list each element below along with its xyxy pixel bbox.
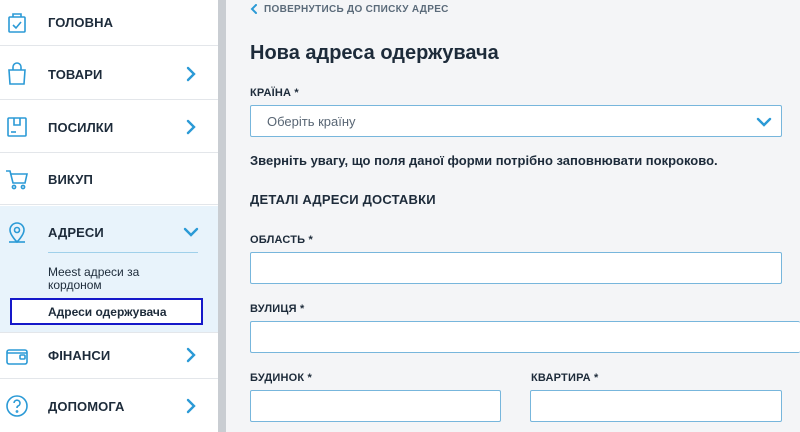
back-link-label: ПОВЕРНУТИСЬ ДО СПИСКУ АДРЕС	[264, 4, 449, 15]
sidebar-item-goods[interactable]: ТОВАРИ	[0, 47, 218, 100]
sidebar-item-label: ПОСИЛКИ	[48, 120, 114, 135]
submenu-divider	[48, 252, 198, 253]
sidebar-item-help[interactable]: ДОПОМОГА	[0, 380, 218, 432]
help-icon	[4, 393, 30, 419]
chevron-down-icon	[755, 113, 773, 136]
sidebar-item-label: ТОВАРИ	[48, 67, 103, 82]
chevron-left-icon	[250, 4, 257, 14]
sidebar-item-parcels[interactable]: ПОСИЛКИ	[0, 101, 218, 153]
chevron-right-icon	[181, 64, 201, 84]
chevron-right-icon	[181, 396, 201, 416]
house-label: БУДИНОК *	[250, 372, 313, 384]
submenu-item-label: Адреси одержувача	[48, 305, 167, 319]
chevron-down-icon	[181, 222, 201, 242]
country-select[interactable]: Оберіть країну	[250, 105, 782, 137]
street-field[interactable]	[250, 321, 800, 353]
house-field[interactable]	[250, 390, 501, 422]
sidebar-item-label: ФІНАНСИ	[48, 348, 111, 363]
sidebar-item-buyout[interactable]: ВИКУП	[0, 154, 218, 205]
section-title: ДЕТАЛІ АДРЕСИ ДОСТАВКИ	[250, 192, 436, 207]
apartment-label: КВАРТИРА *	[531, 372, 599, 384]
street-label: ВУЛИЦЯ *	[250, 303, 305, 315]
wallet-icon	[4, 343, 30, 369]
shopping-bag-icon	[4, 61, 30, 87]
home-box-icon	[4, 10, 30, 36]
submenu-item-meest-abroad[interactable]: Meest адреси за кордоном	[48, 266, 139, 292]
cart-icon	[4, 166, 30, 192]
parcel-icon	[4, 114, 30, 140]
form-note: Зверніть увагу, що поля даної форми потр…	[250, 153, 718, 168]
sidebar-item-label: ДОПОМОГА	[48, 399, 125, 414]
location-pin-icon	[4, 220, 30, 246]
main-content: ПОВЕРНУТИСЬ ДО СПИСКУ АДРЕС Нова адреса …	[226, 0, 800, 432]
submenu-item-label: кордоном	[48, 278, 102, 292]
region-field[interactable]	[250, 252, 782, 284]
country-label: КРАЇНА *	[250, 87, 299, 99]
country-select-placeholder: Оберіть країну	[267, 114, 356, 129]
sidebar-item-finance[interactable]: ФІНАНСИ	[0, 332, 218, 379]
sidebar: ГОЛОВНА ТОВАРИ ПОСИЛКИ ВИКУП АДРЕСИ Mees…	[0, 0, 218, 432]
submenu-item-recipient-addresses[interactable]: Адреси одержувача	[10, 298, 203, 325]
sidebar-item-label: АДРЕСИ	[48, 225, 104, 240]
chevron-right-icon	[181, 117, 201, 137]
page-title: Нова адреса одержувача	[250, 42, 499, 64]
sidebar-scrollbar[interactable]	[218, 0, 226, 432]
sidebar-item-label: ВИКУП	[48, 172, 93, 187]
sidebar-item-home[interactable]: ГОЛОВНА	[0, 0, 218, 46]
region-label: ОБЛАСТЬ *	[250, 234, 314, 246]
apartment-field[interactable]	[530, 390, 782, 422]
sidebar-item-label: ГОЛОВНА	[48, 15, 114, 30]
chevron-right-icon	[181, 345, 201, 365]
